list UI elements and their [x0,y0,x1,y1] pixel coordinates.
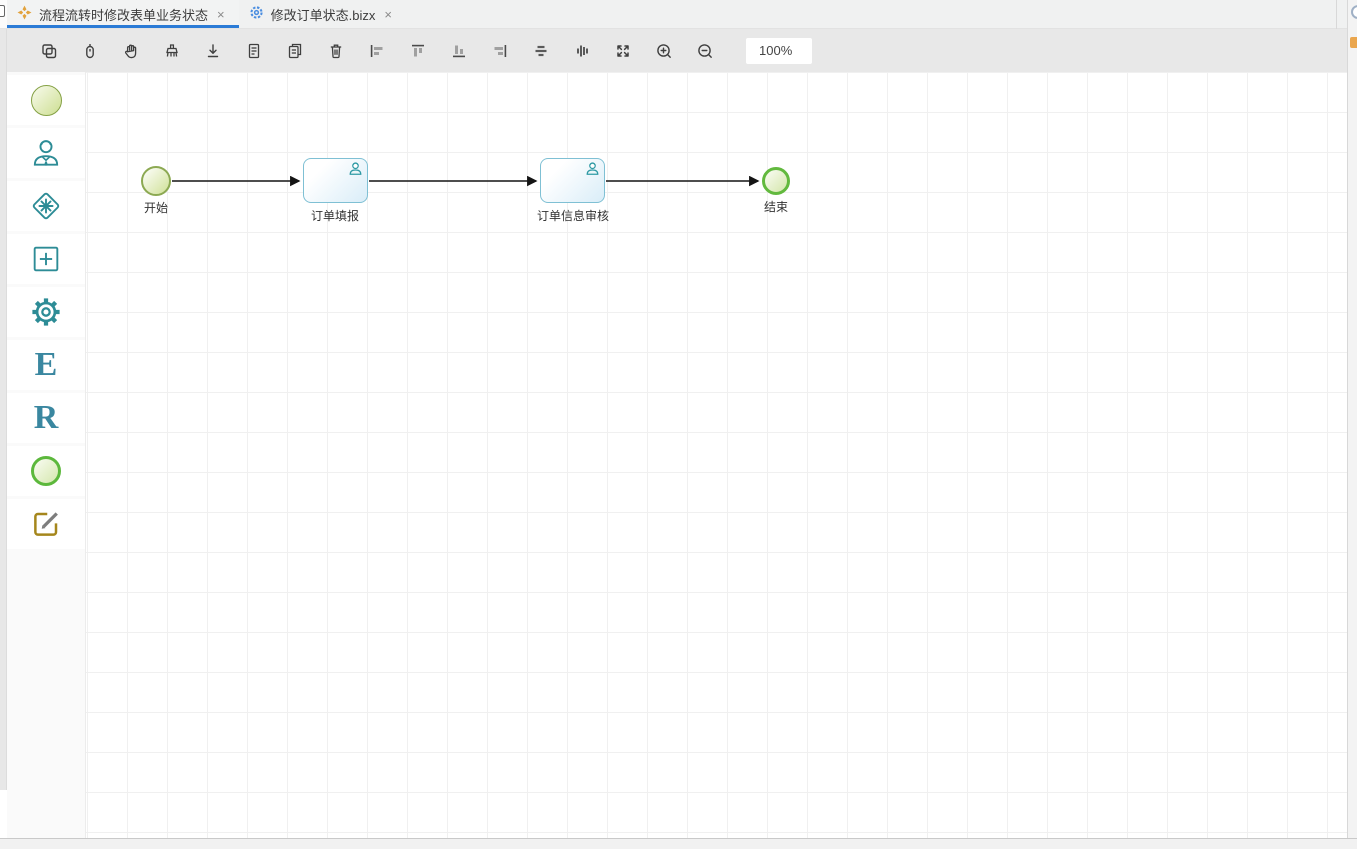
subprocess-icon [29,242,63,276]
left-sliver-body [0,29,7,790]
left-sliver-tab-row [0,0,7,29]
user-task-icon [29,136,63,170]
left-panel-sliver [0,0,7,838]
align-bottom-icon [450,42,468,60]
start-event-label: 开始 [126,199,186,216]
start-event-node[interactable] [141,166,171,196]
start-event-icon [31,85,62,116]
flow-crosshair-icon [17,5,32,23]
align-left-icon [368,42,386,60]
distribute-vertical-icon [573,42,591,60]
palette-item-subprocess[interactable] [7,234,85,284]
clone-button[interactable] [40,42,58,60]
download-icon [204,42,222,60]
download-button[interactable] [204,42,222,60]
rule-letter-icon: R [34,401,59,435]
tab-close-icon[interactable]: × [215,7,227,22]
process-designer-app: 流程流转时修改表单业务状态 × 修改订单状态.bizx × [0,0,1357,849]
palette-item-end-event[interactable] [7,446,85,496]
partial-circle-icon [1351,5,1357,19]
align-left-button[interactable] [368,42,386,60]
align-bottom-button[interactable] [450,42,468,60]
end-event-label: 结束 [746,198,806,215]
hand-pan-button[interactable] [122,42,140,60]
partial-document-icon [0,5,5,17]
brush-clean-icon [163,42,181,60]
hand-pan-icon [122,42,140,60]
tab-label: 修改订单状态.bizx [271,5,376,24]
zoom-in-icon [655,42,673,60]
palette-item-start-event[interactable] [7,75,85,125]
zoom-level-input[interactable] [746,38,812,64]
align-center-horizontal-icon [532,42,550,60]
palette-item-gateway[interactable] [7,181,85,231]
distribute-vertical-button[interactable] [573,42,591,60]
entity-letter-icon: E [35,348,58,382]
main-column: 流程流转时修改表单业务状态 × 修改订单状态.bizx × [7,0,1347,838]
tab-modify-order-status[interactable]: 修改订单状态.bizx × [239,0,406,28]
tab-label: 流程流转时修改表单业务状态 [39,5,208,24]
zoom-out-icon [696,42,714,60]
palette-item-service-task[interactable] [7,287,85,337]
copy-document-button[interactable] [286,42,304,60]
user-badge-icon [347,161,364,181]
trash-icon [327,42,345,60]
node-palette: E R [7,72,86,838]
palette-item-rule[interactable]: R [7,393,85,443]
copy-document-icon [286,42,304,60]
brush-clean-button[interactable] [163,42,181,60]
tab-close-icon[interactable]: × [382,7,394,22]
tabbar-right-divider [1336,0,1337,29]
delete-button[interactable] [327,42,345,60]
right-panel-sliver [1347,0,1357,838]
user-task-node-1[interactable] [303,158,368,203]
clone-icon [40,42,58,60]
service-task-gear-icon [29,295,63,329]
fit-screen-icon [614,42,632,60]
toolbar [7,29,1347,72]
fit-screen-button[interactable] [614,42,632,60]
user-task-node-2[interactable] [540,158,605,203]
gateway-icon [27,187,65,225]
user-badge-icon [584,161,601,181]
sequence-flows[interactable] [86,72,1347,838]
palette-item-entity[interactable]: E [7,340,85,390]
tab-bar: 流程流转时修改表单业务状态 × 修改订单状态.bizx × [7,0,1347,29]
document-icon [245,42,263,60]
align-right-button[interactable] [491,42,509,60]
editor-body: E R [7,72,1347,838]
palette-item-user-task[interactable] [7,128,85,178]
user-task-label-1: 订单填报 [285,207,385,224]
align-top-button[interactable] [409,42,427,60]
align-center-horizontal-button[interactable] [532,42,550,60]
align-right-icon [491,42,509,60]
status-bar [0,838,1357,849]
gear-ring-icon [249,5,264,23]
end-event-node[interactable] [762,167,790,195]
mouse-select-icon [81,42,99,60]
diagram-canvas[interactable]: 开始 订单填报 [86,72,1347,838]
user-task-label-2: 订单信息审核 [513,207,633,224]
mouse-select-button[interactable] [81,42,99,60]
document-button[interactable] [245,42,263,60]
end-event-icon [31,456,61,486]
zoom-in-button[interactable] [655,42,673,60]
align-top-icon [409,42,427,60]
tab-process-status[interactable]: 流程流转时修改表单业务状态 × [7,0,239,28]
zoom-out-button[interactable] [696,42,714,60]
annotation-edit-icon [31,509,61,539]
partial-orange-icon [1350,37,1357,48]
palette-item-annotation[interactable] [7,499,85,549]
